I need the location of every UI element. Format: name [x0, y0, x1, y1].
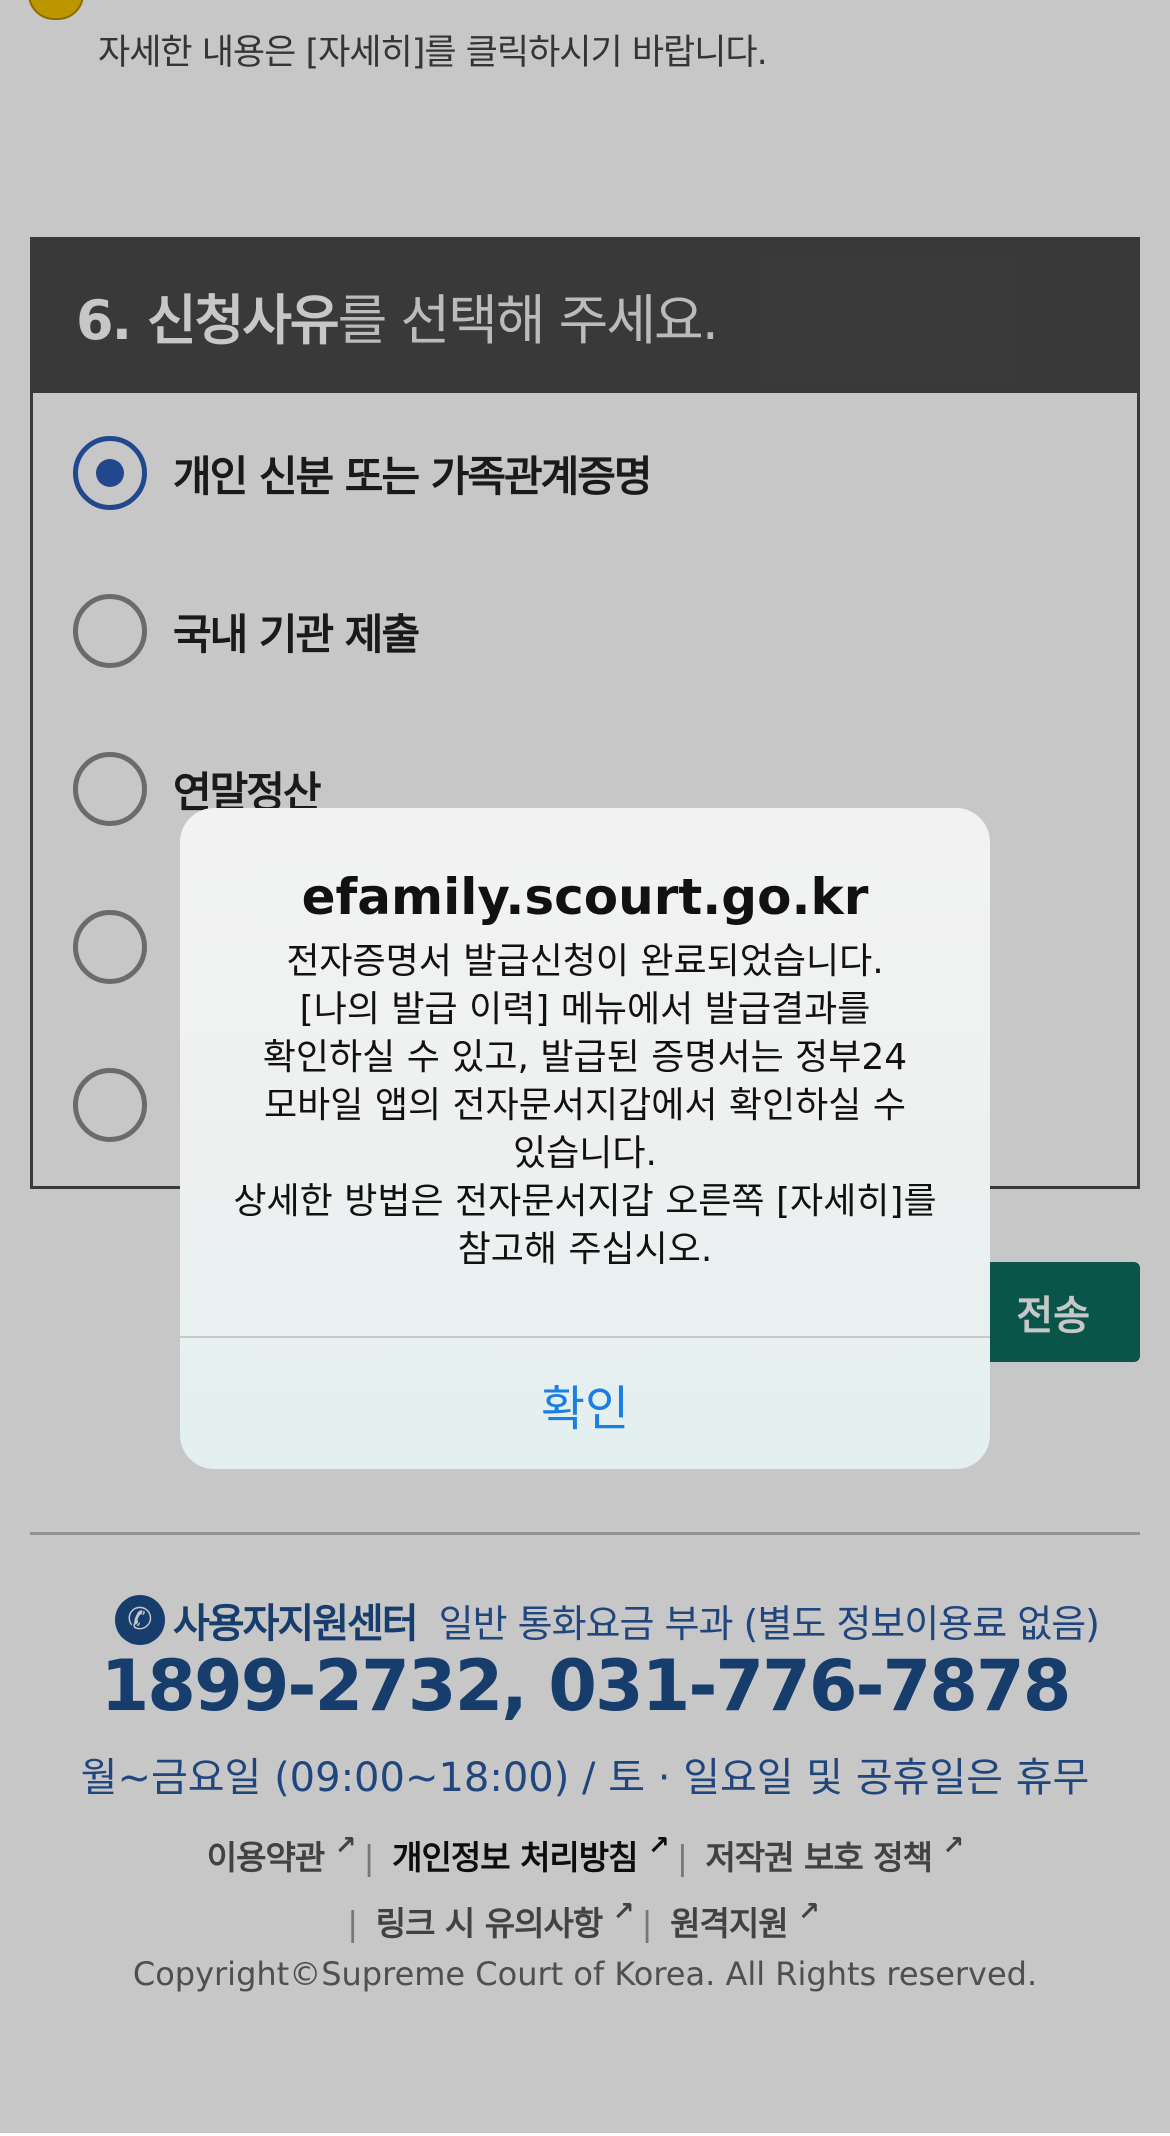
- dialog-title: efamily.scourt.go.kr: [301, 868, 869, 926]
- alert-dialog: efamily.scourt.go.kr 전자증명서 발급신청이 완료되었습니다…: [180, 808, 990, 1469]
- confirm-button[interactable]: 확인: [180, 1338, 990, 1469]
- dialog-message: 전자증명서 발급신청이 완료되었습니다. [나의 발급 이력] 메뉴에서 발급결…: [233, 941, 937, 1270]
- page: ! 자세한 내용은 [자세히]를 클릭하시기 바랍니다. 6. 신청사유를 선택…: [0, 0, 1170, 2133]
